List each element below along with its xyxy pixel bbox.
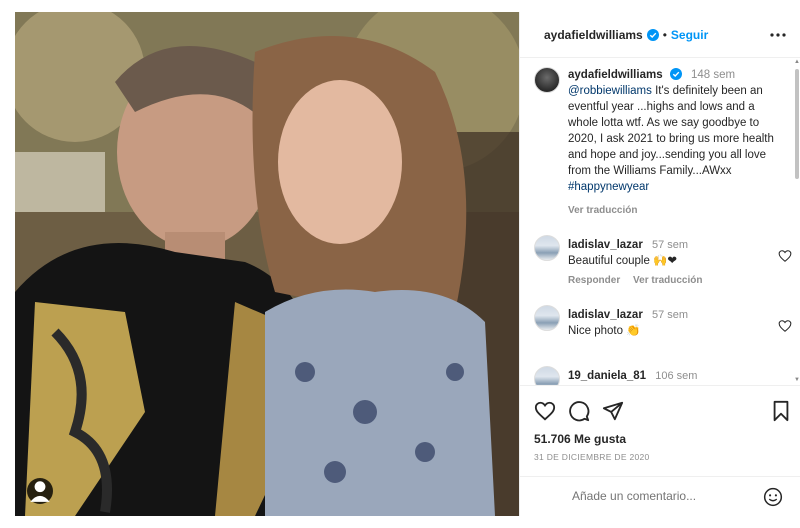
comment-icon[interactable] <box>568 400 590 422</box>
more-options-button[interactable] <box>769 26 787 44</box>
avatar[interactable] <box>534 366 560 385</box>
comment-text: 19_daniela_81 106 sem <box>568 368 763 384</box>
post-photo[interactable] <box>15 12 519 516</box>
more-icon <box>770 33 786 37</box>
post-date[interactable]: 31 DE DICIEMBRE DE 2020 <box>534 452 650 462</box>
post-modal: aydafieldwilliams • Seguir aydafieldwill… <box>0 0 800 528</box>
comment-time[interactable]: 106 sem <box>655 370 697 382</box>
comment-text: ladislav_lazar 57 sem Nice photo 👏 <box>568 307 763 339</box>
scrollbar[interactable]: ▲ ▼ <box>794 59 800 385</box>
comment-username[interactable]: 19_daniela_81 <box>568 370 646 382</box>
comment-username[interactable]: ladislav_lazar <box>568 239 643 251</box>
comment-actions: Responder Ver traducción <box>568 275 712 286</box>
caption-username[interactable]: aydafieldwilliams <box>568 69 663 81</box>
follow-button[interactable]: Seguir <box>671 28 708 42</box>
post-footer: 51.706 Me gusta 31 DE DICIEMBRE DE 2020 <box>520 385 800 516</box>
avatar[interactable] <box>534 67 560 93</box>
comment-time[interactable]: 57 sem <box>652 239 688 251</box>
avatar[interactable] <box>534 305 560 331</box>
emoji-icon[interactable] <box>763 487 783 507</box>
comments-scroll-area[interactable]: aydafieldwilliams 148 sem @robbiewilliam… <box>520 59 800 385</box>
caption-text: aydafieldwilliams 148 sem @robbiewilliam… <box>568 67 786 195</box>
see-translation-link[interactable]: Ver traducción <box>568 205 637 216</box>
add-comment-bar <box>520 476 800 517</box>
comment-username[interactable]: ladislav_lazar <box>568 309 643 321</box>
avatar[interactable] <box>534 235 560 261</box>
comment-body: Beautiful couple 🙌❤ <box>568 255 677 267</box>
photo-illustration <box>15 12 519 516</box>
heart-icon[interactable] <box>778 319 792 333</box>
header-separator: • <box>662 27 667 42</box>
post-header: aydafieldwilliams • Seguir <box>520 12 800 58</box>
save-icon[interactable] <box>770 400 792 422</box>
caption-mention[interactable]: @robbiewilliams <box>568 85 652 97</box>
header-username[interactable]: aydafieldwilliams <box>544 28 643 42</box>
share-icon[interactable] <box>602 400 624 422</box>
comment-text: ladislav_lazar 57 sem Beautiful couple 🙌… <box>568 237 763 269</box>
verified-icon <box>669 68 682 80</box>
scrollbar-thumb[interactable] <box>795 69 799 179</box>
caption-hashtag[interactable]: #happynewyear <box>568 181 649 193</box>
tagged-user-button[interactable] <box>27 478 53 504</box>
comment-body: Nice photo 👏 <box>568 325 641 337</box>
like-count[interactable]: 51.706 Me gusta <box>534 432 626 446</box>
caption-body: It's definitely been an eventful year ..… <box>568 85 774 177</box>
action-icons-row <box>534 400 794 424</box>
scroll-down-icon[interactable]: ▼ <box>794 377 800 385</box>
heart-icon[interactable] <box>778 249 792 263</box>
caption-time[interactable]: 148 sem <box>691 69 735 81</box>
tagged-user-icon <box>30 481 50 502</box>
comment-input[interactable] <box>572 489 752 503</box>
comment-time[interactable]: 57 sem <box>652 309 688 321</box>
heart-icon[interactable] <box>534 400 556 422</box>
verified-icon <box>646 28 659 41</box>
reply-button[interactable]: Responder <box>568 275 620 286</box>
scroll-up-icon[interactable]: ▲ <box>794 59 800 67</box>
translate-button[interactable]: Ver traducción <box>633 275 702 286</box>
post-side-panel: aydafieldwilliams • Seguir aydafieldwill… <box>519 12 800 516</box>
